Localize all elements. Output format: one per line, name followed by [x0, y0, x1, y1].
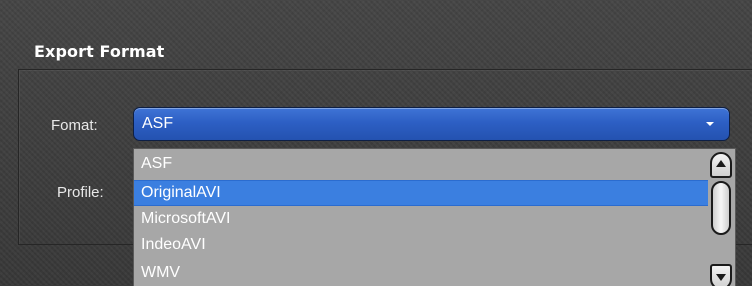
chevron-down-icon — [706, 122, 714, 126]
format-dropdown-list[interactable]: ASF OriginalAVI MicrosoftAVI IndeoAVI WM… — [133, 148, 736, 286]
profile-label: Profile: — [57, 184, 104, 201]
section-title: Export Format — [34, 42, 165, 61]
format-option-indeoavi[interactable]: IndeoAVI — [134, 232, 708, 258]
format-option-originalavi[interactable]: OriginalAVI — [134, 180, 708, 206]
format-option-asf[interactable]: ASF — [134, 151, 708, 177]
format-select[interactable]: ASF — [133, 107, 730, 141]
format-option-microsoftavi[interactable]: MicrosoftAVI — [134, 206, 708, 232]
scroll-up-arrow-icon — [716, 160, 726, 167]
format-select-value: ASF — [142, 115, 174, 132]
scroll-down-button[interactable] — [710, 264, 732, 286]
scroll-down-arrow-icon — [716, 274, 726, 281]
format-option-wmv[interactable]: WMV — [134, 260, 708, 286]
dropdown-scrollbar[interactable] — [708, 149, 735, 286]
scroll-up-button[interactable] — [710, 152, 732, 178]
format-label: Fomat: — [51, 117, 98, 134]
scrollbar-thumb[interactable] — [711, 181, 731, 235]
